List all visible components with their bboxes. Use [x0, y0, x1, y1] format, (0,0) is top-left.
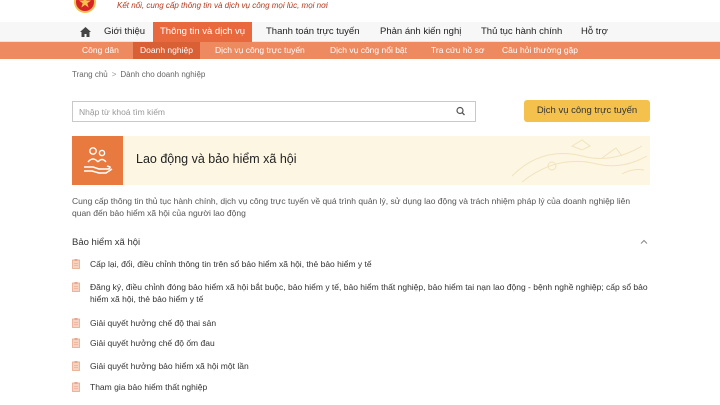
list-item-label[interactable]: Giải quyết hưởng chế độ ốm đau: [72, 337, 650, 349]
search-icon[interactable]: [447, 102, 475, 121]
list-item-label[interactable]: Tham gia bảo hiểm thất nghiệp: [72, 381, 650, 393]
search-input[interactable]: [73, 102, 443, 121]
nav-item-online-payment[interactable]: Thanh toán trực tuyến: [266, 22, 360, 42]
family-care-icon: [84, 147, 113, 174]
nav-item-info-services[interactable]: Thông tin và dịch vụ: [153, 22, 253, 42]
nav-item-procedures[interactable]: Thủ tục hành chính: [481, 22, 562, 42]
subnav-item-track-dossier[interactable]: Tra cứu hồ sơ: [431, 42, 484, 59]
list-item[interactable]: Giải quyết hưởng chế độ thai sản: [72, 317, 650, 329]
list-item-label[interactable]: Đăng ký, điều chỉnh đóng bảo hiểm xã hội…: [72, 281, 650, 305]
subnav-item-online-services[interactable]: Dịch vụ công trực tuyến: [215, 42, 305, 59]
list-item[interactable]: Cấp lại, đổi, điều chỉnh thông tin trên …: [72, 258, 650, 270]
category-banner: Lao động và bảo hiểm xã hội: [72, 136, 650, 185]
subnav-item-faq[interactable]: Câu hỏi thường gặp: [502, 42, 578, 59]
sub-nav: Công dân Doanh nghiệp Dịch vụ công trực …: [0, 42, 720, 59]
list-item[interactable]: Giải quyết hưởng bảo hiểm xã hội một lần: [72, 360, 650, 372]
category-icon-box: [72, 136, 123, 185]
subnav-item-citizens[interactable]: Công dân: [82, 42, 119, 59]
bronze-drum-pattern-decoration: [511, 139, 648, 183]
list-item-label[interactable]: Giải quyết hưởng bảo hiểm xã hội một lần: [72, 360, 650, 372]
category-title: Lao động và bảo hiểm xã hội: [136, 152, 297, 166]
breadcrumb-home[interactable]: Trang chủ: [72, 70, 108, 79]
online-services-button[interactable]: Dịch vụ công trực tuyến: [524, 100, 650, 122]
main-nav: Giới thiệu Thông tin và dịch vụ Thanh to…: [0, 22, 720, 42]
section-title[interactable]: Bảo hiểm xã hội: [72, 237, 140, 248]
breadcrumb: Trang chủ > Dành cho doanh nghiệp: [72, 70, 205, 79]
category-description: Cung cấp thông tin thủ tục hành chính, d…: [72, 196, 631, 218]
breadcrumb-separator: >: [111, 70, 117, 79]
top-bar: Kết nối, cung cấp thông tin và dịch vụ c…: [0, 0, 720, 22]
search-box: [72, 101, 476, 122]
list-item[interactable]: Giải quyết hưởng chế độ ốm đau: [72, 337, 650, 349]
chevron-up-icon[interactable]: [640, 238, 648, 246]
home-icon[interactable]: [80, 27, 91, 37]
document-icon: [72, 338, 80, 348]
list-item[interactable]: Đăng ký, điều chỉnh đóng bảo hiểm xã hội…: [72, 281, 650, 305]
document-icon: [72, 318, 80, 328]
document-icon: [72, 382, 80, 392]
breadcrumb-current: Dành cho doanh nghiệp: [120, 70, 206, 79]
national-emblem-icon[interactable]: [73, 0, 97, 14]
document-icon: [72, 361, 80, 371]
list-item-label[interactable]: Cấp lại, đổi, điều chỉnh thông tin trên …: [72, 258, 650, 270]
document-icon: [72, 259, 80, 269]
site-tagline: Kết nối, cung cấp thông tin và dịch vụ c…: [117, 1, 328, 10]
list-item-label[interactable]: Giải quyết hưởng chế độ thai sản: [72, 317, 650, 329]
subnav-item-business[interactable]: Doanh nghiệp: [133, 42, 200, 59]
document-icon: [72, 282, 80, 292]
nav-item-support[interactable]: Hỗ trợ: [581, 22, 608, 42]
list-item[interactable]: Tham gia bảo hiểm thất nghiệp: [72, 381, 650, 393]
subnav-item-featured-services[interactable]: Dịch vụ công nổi bật: [330, 42, 407, 59]
nav-item-intro[interactable]: Giới thiệu: [104, 22, 145, 42]
nav-item-feedback[interactable]: Phản ánh kiến nghị: [380, 22, 461, 42]
